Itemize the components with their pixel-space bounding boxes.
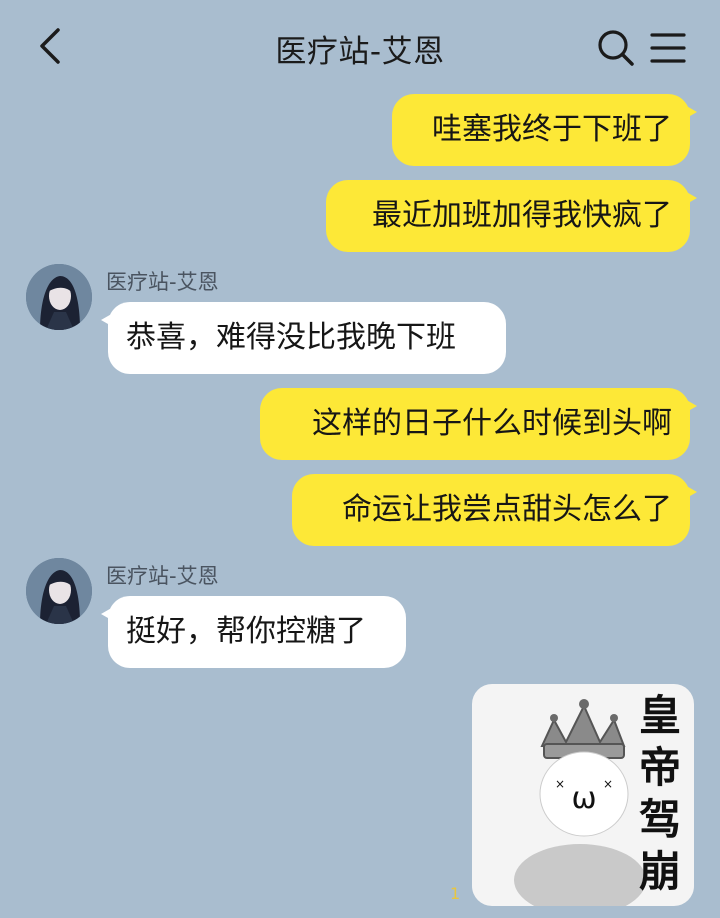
message-bubble-outgoing[interactable]: 这样的日子什么时候到头啊 (260, 388, 697, 460)
chat-header: 医疗站-艾恩 (0, 0, 720, 92)
svg-text:ω: ω (571, 781, 596, 816)
avatar-portrait-icon (26, 558, 92, 624)
sender-name: 医疗站-艾恩 (106, 564, 219, 588)
sticker-message[interactable]: ω × × 皇帝驾崩 (472, 684, 694, 906)
sender-name: 医疗站-艾恩 (106, 270, 219, 294)
menu-icon (650, 33, 686, 63)
message-bubble-incoming[interactable]: 挺好，帮你控糖了 (101, 596, 406, 668)
svg-text:×: × (555, 777, 565, 791)
contact-avatar[interactable] (26, 264, 92, 330)
message-bubble-incoming[interactable]: 恭喜，难得没比我晚下班 (101, 302, 506, 374)
message-bubble-outgoing[interactable]: 哇塞我终于下班了 (392, 94, 697, 166)
svg-text:×: × (603, 777, 613, 791)
avatar-portrait-icon (26, 264, 92, 330)
sticker-caption: 皇帝驾崩 (638, 691, 681, 896)
unread-indicator: 1 (450, 884, 461, 903)
contact-avatar[interactable] (26, 558, 92, 624)
message-bubble-outgoing[interactable]: 最近加班加得我快疯了 (326, 180, 697, 252)
message-bubble-outgoing[interactable]: 命运让我尝点甜头怎么了 (292, 474, 697, 546)
search-icon (598, 30, 634, 66)
search-button[interactable] (596, 28, 636, 68)
menu-button[interactable] (648, 30, 688, 66)
